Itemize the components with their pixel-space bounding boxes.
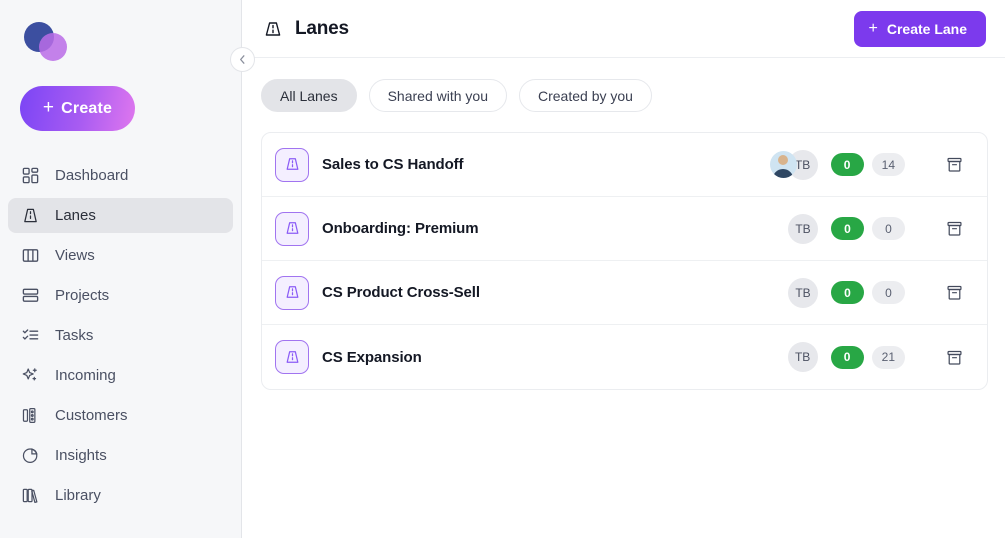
sidebar-item-label: Dashboard <box>55 167 129 184</box>
sidebar: + Create Dashboard Lanes Views Projects … <box>0 0 242 538</box>
page-title-wrap: Lanes <box>262 18 349 40</box>
lanes-content: All Lanes Shared with you Created by you <box>242 58 1005 538</box>
sidebar-item-insights[interactable]: Insights <box>8 438 233 473</box>
avatar-group[interactable]: TB <box>787 342 818 372</box>
sidebar-item-incoming[interactable]: Incoming <box>8 358 233 393</box>
lane-meta: TB 0 0 <box>788 213 969 244</box>
lane-row[interactable]: CS Product Cross-Sell TB 0 0 <box>262 261 987 325</box>
archive-button[interactable] <box>939 342 969 372</box>
sidebar-item-label: Projects <box>55 287 110 304</box>
projects-icon <box>20 285 41 306</box>
lane-icon <box>275 147 309 182</box>
app-root: + Create Dashboard Lanes Views Projects … <box>0 0 1005 538</box>
sidebar-item-label: Tasks <box>55 327 94 344</box>
create-button-label: Create <box>61 99 113 117</box>
status-badge-gray: 0 <box>872 281 905 304</box>
lane-name: CS Expansion <box>322 348 422 366</box>
lane-row[interactable]: Onboarding: Premium TB 0 0 <box>262 197 987 261</box>
sidebar-item-projects[interactable]: Projects <box>8 278 233 313</box>
lane-row[interactable]: Sales to CS Handoff TB 0 14 <box>262 133 987 197</box>
sidebar-collapse-button[interactable] <box>230 47 255 72</box>
avatar-body <box>772 169 794 178</box>
filter-tab-shared-with-you[interactable]: Shared with you <box>368 79 507 112</box>
lane-meta: TB 0 0 <box>788 277 969 308</box>
sidebar-nav: Dashboard Lanes Views Projects Tasks Inc… <box>0 158 241 513</box>
status-badge-green: 0 <box>831 217 864 240</box>
sidebar-item-customers[interactable]: Customers <box>8 398 233 433</box>
plus-icon: + <box>868 19 878 37</box>
sidebar-item-views[interactable]: Views <box>8 238 233 273</box>
filter-tab-label: All Lanes <box>280 87 338 104</box>
lane-meta: TB 0 21 <box>787 342 969 372</box>
create-lane-button-label: Create Lane <box>886 20 967 37</box>
sidebar-item-label: Views <box>55 247 95 264</box>
views-icon <box>20 245 41 266</box>
tasks-icon <box>20 325 41 346</box>
sidebar-item-library[interactable]: Library <box>8 478 233 513</box>
archive-button[interactable] <box>939 214 969 244</box>
status-badge-green: 0 <box>830 153 864 176</box>
sidebar-item-label: Insights <box>55 447 107 464</box>
filter-tab-label: Created by you <box>538 87 633 104</box>
lane-row[interactable]: CS Expansion TB 0 21 <box>262 325 987 389</box>
customers-icon <box>20 405 41 426</box>
main-content: Lanes + Create Lane All Lanes Shared wit… <box>242 0 1005 538</box>
status-badge-gray: 0 <box>872 217 905 240</box>
status-badge-green: 0 <box>831 281 864 304</box>
lane-meta: TB 0 14 <box>769 149 969 180</box>
dashboard-icon <box>20 165 41 186</box>
sidebar-item-label: Library <box>55 487 101 504</box>
sidebar-item-label: Lanes <box>55 207 96 224</box>
filter-tabs: All Lanes Shared with you Created by you <box>261 79 988 112</box>
library-icon <box>20 485 41 506</box>
create-lane-button[interactable]: + Create Lane <box>853 10 986 47</box>
archive-button[interactable] <box>939 150 969 180</box>
lane-icon <box>275 275 309 310</box>
sidebar-item-lanes[interactable]: Lanes <box>8 198 233 233</box>
avatar-group[interactable]: TB <box>788 213 818 244</box>
app-logo[interactable] <box>24 22 70 62</box>
filter-tab-all-lanes[interactable]: All Lanes <box>261 79 357 112</box>
avatar-initials: TB <box>787 342 818 372</box>
pie-chart-icon <box>20 445 41 466</box>
status-badge-gray: 14 <box>871 153 905 176</box>
plus-icon: + <box>42 97 55 118</box>
lane-icon <box>275 340 309 374</box>
filter-tab-created-by-you[interactable]: Created by you <box>519 79 652 112</box>
page-title: Lanes <box>295 17 349 39</box>
avatar-initials: TB <box>788 277 818 308</box>
page-header: Lanes + Create Lane <box>242 0 1005 58</box>
sidebar-item-dashboard[interactable]: Dashboard <box>8 158 233 193</box>
lane-name: CS Product Cross-Sell <box>322 284 480 301</box>
logo-wrap <box>0 0 241 84</box>
sparkle-icon <box>20 365 41 386</box>
lane-name: Onboarding: Premium <box>322 220 479 237</box>
create-button[interactable]: + Create <box>20 86 135 131</box>
status-badge-green: 0 <box>830 345 864 369</box>
status-badge-gray: 21 <box>871 345 905 369</box>
chevron-left-icon <box>240 55 245 64</box>
filter-tab-label: Shared with you <box>387 87 488 104</box>
logo-circle-purple <box>39 33 67 61</box>
sidebar-item-label: Incoming <box>55 367 116 384</box>
sidebar-item-label: Customers <box>55 407 128 424</box>
lane-name: Sales to CS Handoff <box>322 156 464 173</box>
lanes-icon <box>20 205 41 226</box>
lanes-icon <box>262 18 284 40</box>
lane-icon <box>275 211 309 246</box>
avatar-initials: TB <box>788 213 818 244</box>
lanes-list: Sales to CS Handoff TB 0 14 Onboarding: … <box>261 132 988 390</box>
sidebar-item-tasks[interactable]: Tasks <box>8 318 233 353</box>
archive-button[interactable] <box>939 278 969 308</box>
avatar-group[interactable]: TB <box>788 277 818 308</box>
avatar-group[interactable]: TB <box>769 149 818 180</box>
avatar <box>769 151 797 178</box>
avatar-head <box>778 155 789 165</box>
